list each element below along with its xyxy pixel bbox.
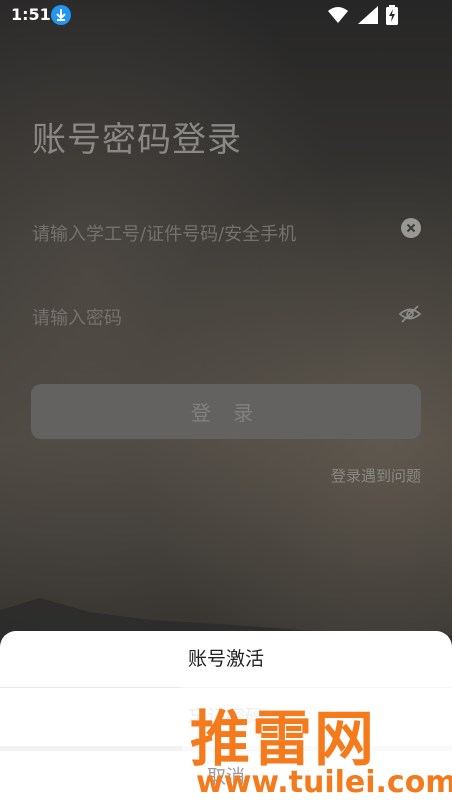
password-input[interactable]: 请输入密码 xyxy=(32,304,122,330)
status-icons xyxy=(328,5,418,25)
password-field[interactable]: 请输入密码 xyxy=(32,296,422,336)
login-help-link[interactable]: 登录遇到问题 xyxy=(331,465,421,486)
page-title: 账号密码登录 xyxy=(32,120,242,160)
watermark-url: www.tuilei.com xyxy=(196,765,452,800)
account-input[interactable]: 请输入学工号/证件号码/安全手机 xyxy=(32,220,296,246)
watermark: 推雷网 www.tuilei.com xyxy=(182,685,452,804)
status-time: 1:51 xyxy=(11,5,51,24)
activate-account-option[interactable]: 账号激活 xyxy=(0,631,452,687)
download-icon xyxy=(51,5,71,25)
status-bar: 1:51 xyxy=(0,0,452,30)
login-button[interactable]: 登 录 xyxy=(31,384,421,439)
wifi-icon xyxy=(328,7,348,23)
signal-icon xyxy=(358,6,378,24)
account-field[interactable]: 请输入学工号/证件号码/安全手机 xyxy=(32,212,421,252)
battery-charging-icon xyxy=(386,5,398,25)
clear-icon[interactable] xyxy=(401,218,421,238)
eye-hidden-icon[interactable] xyxy=(398,304,422,324)
